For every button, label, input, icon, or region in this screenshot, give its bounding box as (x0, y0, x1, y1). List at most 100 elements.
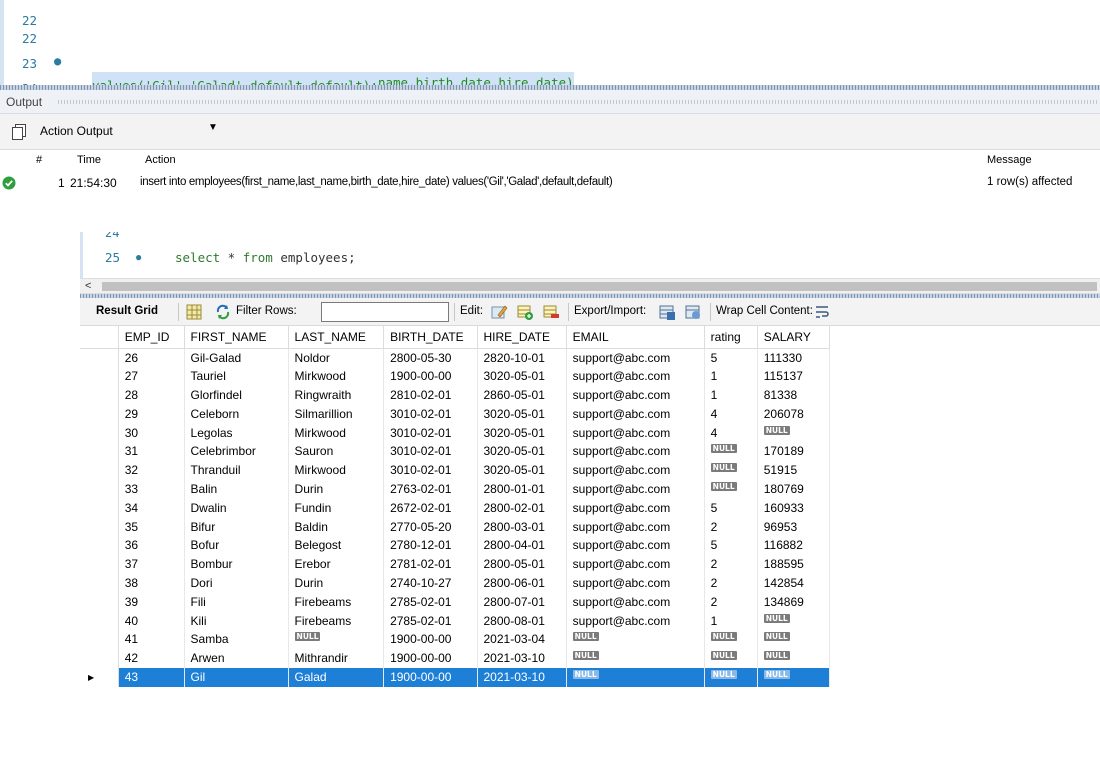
grid-cell[interactable]: 42 (118, 648, 185, 668)
grid-cell[interactable]: 26 (118, 348, 185, 367)
grid-cell[interactable]: Baldin (288, 517, 385, 536)
grid-cell[interactable]: NULL (566, 629, 705, 649)
grid-cell[interactable]: 1 (704, 366, 758, 386)
header-grip[interactable] (58, 100, 1098, 104)
table-row[interactable]: 37 Bombur Erebor 2781-02-01 2800-05-01 suppor… (80, 554, 831, 574)
grid-cell[interactable]: Noldor (288, 348, 385, 367)
grid-cell[interactable]: support@abc.com (566, 404, 705, 424)
grid-cell[interactable]: 2860-05-01 (477, 385, 567, 405)
grid-cell[interactable]: 2800-05-30 (383, 348, 478, 367)
sql-editor-query[interactable]: 24 25 ● select * from employees; (80, 232, 1100, 278)
grid-cell[interactable]: Celeborn (184, 404, 289, 424)
table-row[interactable]: 42 Arwen Mithrandir 1900-00-00 2021-03-10 NUL… (80, 648, 831, 668)
editor-line-22[interactable]: 22 ● insert into employees(first_name,la… (4, 6, 574, 88)
output-row[interactable]: 1 21:54:30 insert into employees(first_n… (0, 172, 1100, 194)
row-gutter[interactable] (80, 460, 119, 480)
grid-cell[interactable]: Galad (288, 667, 385, 687)
grid-cell[interactable]: Bifur (184, 517, 289, 536)
grid-cell[interactable]: 40 (118, 611, 185, 630)
grid-cell[interactable]: 2800-03-01 (477, 517, 567, 536)
sql-editor-top[interactable]: 22 22 ● insert into employees(first_name… (0, 0, 1100, 88)
grid-cell[interactable]: 2 (704, 554, 758, 574)
table-row[interactable]: 27 Tauriel Mirkwood 1900-00-00 3020-05-01 sup… (80, 366, 831, 386)
grid-cell[interactable]: Firebeams (288, 611, 385, 630)
col-header-rating[interactable]: rating (704, 326, 758, 349)
grid-cell[interactable]: NULL (704, 667, 758, 687)
grid-cell[interactable]: 81338 (757, 385, 831, 405)
grid-cell[interactable]: 32 (118, 460, 185, 480)
grid-cell[interactable]: 3020-05-01 (477, 423, 567, 442)
grid-cell[interactable]: Bofur (184, 535, 289, 555)
grid-cell[interactable]: Gil-Galad (184, 348, 289, 367)
grid-cell[interactable]: NULL (757, 611, 831, 630)
grid-cell[interactable]: NULL (566, 648, 705, 668)
col-header-first-name[interactable]: FIRST_NAME (184, 326, 289, 349)
grid-cell[interactable]: Mirkwood (288, 423, 385, 442)
grid-cell[interactable]: Mirkwood (288, 460, 385, 480)
grid-cell[interactable]: 1 (704, 385, 758, 405)
col-message[interactable]: Message (987, 154, 1032, 166)
delete-row-icon[interactable] (542, 303, 560, 321)
grid-cell[interactable]: support@abc.com (566, 460, 705, 480)
col-header-hire-date[interactable]: HIRE_DATE (477, 326, 567, 349)
grid-cell[interactable]: NULL (704, 460, 758, 480)
grid-cell[interactable]: support@abc.com (566, 554, 705, 574)
col-action[interactable]: Action (145, 154, 176, 166)
grid-cell[interactable]: Tauriel (184, 366, 289, 386)
grid-cell[interactable]: 111330 (757, 348, 831, 367)
col-num[interactable]: # (36, 154, 42, 166)
grid-cell[interactable]: NULL (288, 629, 385, 649)
grid-cell[interactable]: 3010-02-01 (383, 423, 478, 442)
grid-cell[interactable]: Sauron (288, 441, 385, 461)
grid-cell[interactable]: 38 (118, 573, 185, 593)
table-row[interactable]: 34 Dwalin Fundin 2672-02-01 2800-02-01 suppor… (80, 498, 831, 518)
grid-cell[interactable]: Mithrandir (288, 648, 385, 668)
row-gutter[interactable] (80, 517, 119, 536)
grid-cell[interactable]: 2800-02-01 (477, 498, 567, 518)
grid-cell[interactable]: Gil (184, 667, 289, 687)
grid-cell[interactable]: 2 (704, 592, 758, 612)
grid-cell[interactable]: 30 (118, 423, 185, 442)
col-time[interactable]: Time (77, 154, 101, 166)
grid-cell[interactable]: NULL (757, 648, 831, 668)
import-icon[interactable] (684, 303, 702, 321)
insert-row-icon[interactable] (516, 303, 534, 321)
grid-cell[interactable]: NULL (704, 441, 758, 461)
table-row[interactable]: 32 Thranduil Mirkwood 3010-02-01 3020-05-01 s… (80, 460, 831, 480)
grid-cell[interactable]: 2820-10-01 (477, 348, 567, 367)
table-row[interactable]: 41 Samba NULL 1900-00-00 2021-03-04 NULL NULL N… (80, 629, 831, 649)
table-row[interactable]: 35 Bifur Baldin 2770-05-20 2800-03-01 support… (80, 517, 831, 536)
grid-cell[interactable]: Silmarillion (288, 404, 385, 424)
result-grid[interactable]: EMP_ID FIRST_NAME LAST_NAME BIRTH_DATE H… (80, 326, 831, 687)
grid-cell[interactable]: support@abc.com (566, 441, 705, 461)
grid-cell[interactable]: 31 (118, 441, 185, 461)
grid-cell[interactable]: Samba (184, 629, 289, 649)
grid-cell[interactable]: support@abc.com (566, 611, 705, 630)
grid-cell[interactable]: 2740-10-27 (383, 573, 478, 593)
grid-view-icon[interactable] (185, 303, 203, 321)
grid-cell[interactable]: 3020-05-01 (477, 366, 567, 386)
grid-cell[interactable]: Glorfindel (184, 385, 289, 405)
grid-cell[interactable]: 206078 (757, 404, 831, 424)
grid-cell[interactable]: 1900-00-00 (383, 366, 478, 386)
row-gutter[interactable] (80, 592, 119, 612)
grid-cell[interactable]: 36 (118, 535, 185, 555)
grid-cell[interactable]: Dwalin (184, 498, 289, 518)
grid-cell[interactable]: 188595 (757, 554, 831, 574)
grid-cell[interactable]: 2672-02-01 (383, 498, 478, 518)
grid-cell[interactable]: 5 (704, 348, 758, 367)
grid-cell[interactable]: support@abc.com (566, 535, 705, 555)
grid-cell[interactable]: Erebor (288, 554, 385, 574)
grid-cell[interactable]: support@abc.com (566, 479, 705, 499)
grid-cell[interactable]: 2800-07-01 (477, 592, 567, 612)
grid-cell[interactable]: 3020-05-01 (477, 460, 567, 480)
filter-rows-input[interactable] (321, 302, 449, 322)
row-gutter[interactable] (80, 441, 119, 461)
grid-cell[interactable]: Balin (184, 479, 289, 499)
row-gutter[interactable] (80, 554, 119, 574)
grid-cell[interactable]: 2 (704, 573, 758, 593)
grid-cell[interactable]: 3010-02-01 (383, 404, 478, 424)
grid-cell[interactable]: NULL (704, 479, 758, 499)
grid-cell[interactable]: 28 (118, 385, 185, 405)
table-row[interactable]: 30 Legolas Mirkwood 3010-02-01 3020-05-01 sup… (80, 423, 831, 442)
